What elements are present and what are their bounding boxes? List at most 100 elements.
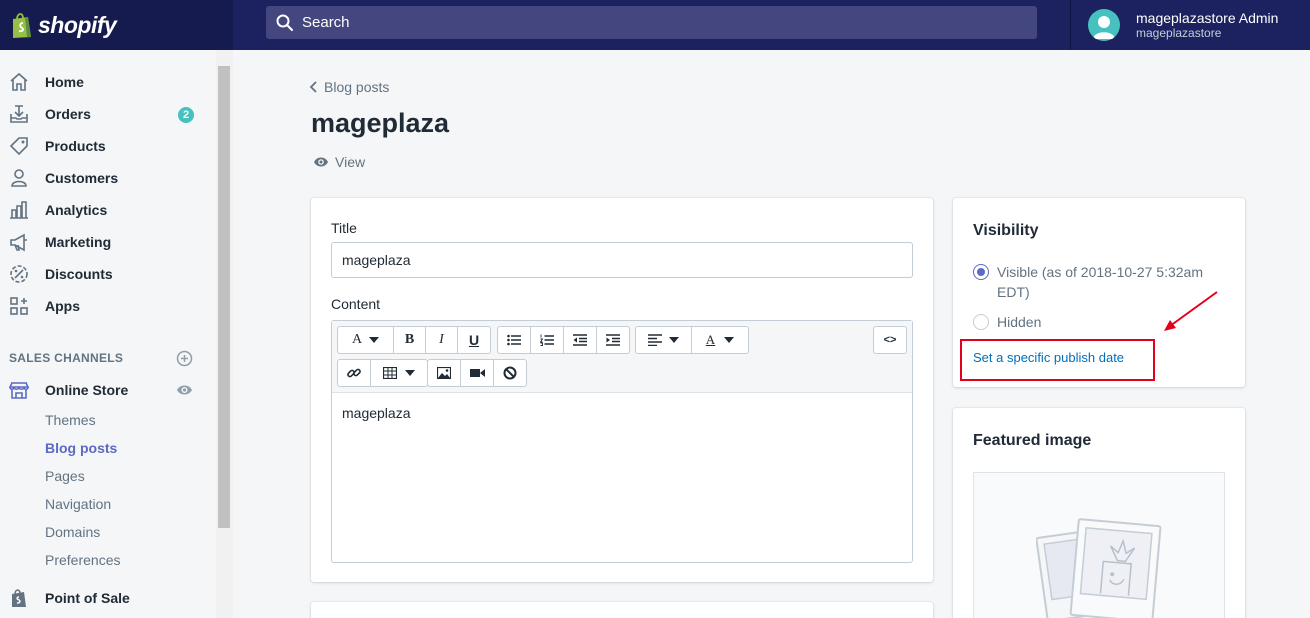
avatar (1088, 9, 1120, 41)
sidebar-subitem-blog-posts[interactable]: Blog posts (45, 440, 117, 456)
breadcrumb[interactable]: Blog posts (309, 79, 389, 95)
table-icon (383, 367, 397, 379)
bullet-list-button[interactable] (497, 326, 531, 354)
text-color-dropdown-button[interactable]: A (691, 326, 749, 354)
html-source-button[interactable]: <> (873, 326, 907, 354)
sidebar-item-products[interactable]: Products (0, 130, 216, 162)
breadcrumb-label: Blog posts (324, 79, 390, 95)
annotation-arrow-icon (1164, 291, 1218, 331)
video-camera-icon (469, 369, 485, 377)
visibility-title: Visibility (973, 222, 1039, 239)
insert-video-button[interactable] (460, 359, 494, 387)
insert-table-dropdown-button[interactable] (370, 359, 428, 387)
eye-icon[interactable] (176, 383, 193, 397)
eye-icon (314, 157, 328, 167)
shopify-bag-icon (12, 589, 26, 607)
sidebar-item-point-of-sale[interactable]: Point of Sale (0, 582, 216, 614)
sidebar-item-label: Analytics (45, 202, 108, 218)
sidebar-item-label: Marketing (45, 234, 112, 250)
orders-icon (10, 105, 28, 123)
search-placeholder: Search (302, 14, 350, 31)
user-name: mageplazastore Admin (1136, 10, 1279, 26)
caret-down-icon (369, 337, 380, 343)
caret-down-icon (669, 337, 679, 343)
insert-image-button[interactable] (427, 359, 461, 387)
indent-icon (606, 334, 620, 346)
megaphone-icon (10, 233, 27, 252)
insert-link-button[interactable] (337, 359, 371, 387)
numbered-list-icon (540, 334, 554, 346)
font-button-label: A (351, 332, 363, 347)
text-color-label: A (705, 332, 716, 347)
add-channel-icon[interactable] (176, 350, 193, 367)
hidden-radio[interactable] (973, 314, 989, 330)
sidebar-item-marketing[interactable]: Marketing (0, 226, 216, 258)
sidebar-item-label: Discounts (45, 266, 113, 282)
editor-toolbar: A B I U A <> (332, 321, 912, 393)
sidebar-item-discounts[interactable]: Discounts (0, 258, 216, 290)
outdent-button[interactable] (563, 326, 597, 354)
sidebar-item-label: Products (45, 138, 106, 154)
italic-button[interactable]: I (425, 326, 458, 354)
sidebar-subitem-preferences[interactable]: Preferences (45, 552, 120, 568)
shopify-bag-icon (13, 13, 31, 38)
shopify-logo[interactable]: shopify (0, 0, 233, 50)
annotation-highlight-box (960, 339, 1155, 381)
tag-icon (9, 137, 28, 156)
clear-formatting-button[interactable] (493, 359, 527, 387)
rich-text-editor: A B I U A <> mageplaza (331, 320, 913, 563)
numbered-list-button[interactable] (530, 326, 564, 354)
sidebar-scrollbar-thumb[interactable] (218, 66, 230, 528)
image-placeholder-icon (1036, 518, 1162, 618)
bullet-list-icon (507, 334, 521, 346)
content-label: Content (331, 296, 381, 312)
bold-button[interactable]: B (393, 326, 426, 354)
sidebar-item-analytics[interactable]: Analytics (0, 194, 216, 226)
featured-image-title: Featured image (973, 432, 1092, 449)
visible-radio[interactable] (973, 264, 989, 280)
person-icon (11, 169, 27, 187)
sidebar-item-customers[interactable]: Customers (0, 162, 216, 194)
sidebar-subitem-themes[interactable]: Themes (45, 412, 96, 428)
sidebar-item-label: Home (45, 74, 84, 90)
sales-channels-heading: SALES CHANNELS (9, 351, 124, 365)
logo-text: shopify (38, 11, 117, 38)
user-menu[interactable]: mageplazastore Admin mageplazastore (1070, 0, 1310, 50)
user-store: mageplazastore (1136, 26, 1222, 40)
underline-button[interactable]: U (457, 326, 491, 354)
outdent-icon (573, 334, 587, 346)
view-button[interactable]: View (313, 154, 365, 170)
discount-icon (10, 265, 28, 283)
align-dropdown-button[interactable] (635, 326, 692, 354)
sidebar-item-label: Apps (45, 298, 80, 314)
view-label: View (335, 154, 366, 170)
apps-icon (10, 297, 28, 315)
sidebar-item-orders[interactable]: Orders 2 (0, 98, 216, 130)
clear-formatting-icon (503, 366, 517, 380)
home-icon (10, 72, 28, 91)
editor-content[interactable]: mageplaza (342, 405, 411, 421)
hidden-radio-label[interactable]: Hidden (997, 312, 1041, 332)
sidebar-subitem-domains[interactable]: Domains (45, 524, 100, 540)
featured-image-dropzone[interactable] (973, 472, 1225, 618)
title-label: Title (331, 220, 357, 236)
sidebar-subitem-pages[interactable]: Pages (45, 468, 85, 484)
search-icon (276, 14, 294, 31)
top-bar: shopify Search mageplazastore Admin mage… (0, 0, 1310, 50)
sidebar-item-home[interactable]: Home (0, 66, 216, 98)
image-icon (437, 367, 451, 379)
bar-chart-icon (10, 201, 28, 219)
sidebar-item-label: Orders (45, 106, 91, 122)
page-title: mageplaza (311, 108, 450, 138)
sidebar-subitem-navigation[interactable]: Navigation (45, 496, 111, 512)
title-input[interactable]: mageplaza (331, 242, 913, 278)
store-icon (9, 382, 29, 399)
search-input[interactable]: Search (266, 6, 1037, 39)
indent-button[interactable] (596, 326, 630, 354)
sidebar-item-label: Customers (45, 170, 119, 186)
sidebar-item-apps[interactable]: Apps (0, 290, 216, 322)
align-left-icon (648, 334, 662, 346)
sidebar-item-label: Point of Sale (45, 590, 130, 606)
sidebar-item-label: Online Store (45, 382, 129, 398)
font-dropdown-button[interactable]: A (337, 326, 394, 354)
